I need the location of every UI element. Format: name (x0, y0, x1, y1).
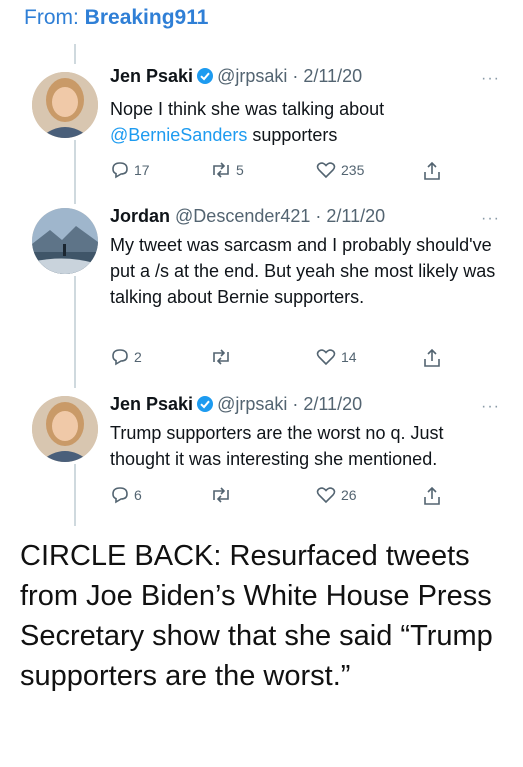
reply-count: 17 (134, 162, 150, 178)
reply-icon (112, 162, 128, 179)
tweet-actions: 17 5 235 (110, 160, 450, 182)
tweet-text-part: Nope I think she was talking about (110, 99, 385, 119)
retweet-button[interactable] (210, 485, 236, 505)
reply-count: 6 (134, 487, 142, 503)
like-count: 26 (341, 487, 357, 503)
like-button[interactable]: 26 (315, 485, 357, 505)
like-icon (316, 487, 336, 504)
tweet-text: My tweet was sarcasm and I probably shou… (110, 235, 496, 307)
reply-button[interactable]: 6 (110, 485, 142, 505)
handle[interactable]: @jrpsaki (217, 66, 287, 86)
tweet-header: Jen Psaki @jrpsaki · 2/11/20 (110, 394, 362, 415)
like-button[interactable]: 235 (315, 160, 364, 180)
more-options-icon[interactable]: ··· (481, 210, 500, 228)
timestamp[interactable]: · 2/11/20 (315, 206, 385, 226)
tweet-thread-screenshot: Jen Psaki @jrpsaki · 2/11/20 ··· Nope I t… (10, 44, 510, 526)
tweet[interactable]: Jordan @Descender421 · 2/11/20 ··· My tw… (10, 206, 510, 386)
like-icon (316, 162, 336, 179)
retweet-button[interactable] (210, 347, 236, 367)
reply-button[interactable]: 2 (110, 347, 142, 367)
sender-link[interactable]: Breaking911 (85, 6, 209, 29)
like-count: 14 (341, 349, 357, 365)
share-icon (424, 348, 440, 367)
retweet-icon (213, 162, 229, 178)
mention-link[interactable]: @BernieSanders (110, 125, 247, 145)
from-label: From: (24, 6, 79, 29)
retweet-button[interactable]: 5 (210, 160, 244, 180)
verified-badge-icon (197, 68, 214, 84)
tweet-text: Trump supporters are the worst no q. Jus… (110, 423, 444, 469)
tweet-text-part: supporters (247, 125, 338, 145)
tweet-actions: 2 14 (110, 347, 450, 369)
handle[interactable]: @jrpsaki (217, 394, 287, 414)
retweet-icon (213, 349, 229, 365)
share-button[interactable] (422, 347, 446, 369)
share-button[interactable] (422, 485, 446, 507)
timestamp[interactable]: · 2/11/20 (292, 66, 362, 86)
verified-badge-icon (197, 396, 214, 412)
retweet-count: 5 (236, 162, 244, 178)
display-name[interactable]: Jordan (110, 206, 170, 226)
tweet[interactable]: Jen Psaki @jrpsaki · 2/11/20 ··· Trump su… (10, 394, 510, 524)
like-icon (316, 349, 336, 366)
thread-connector (74, 44, 76, 64)
forwarded-from: From: Breaking911 (24, 6, 208, 30)
tweet-header: Jen Psaki @jrpsaki · 2/11/20 (110, 66, 362, 87)
reply-icon (112, 349, 128, 366)
display-name[interactable]: Jen Psaki (110, 394, 193, 414)
tweet[interactable]: Jen Psaki @jrpsaki · 2/11/20 ··· Nope I t… (10, 66, 510, 196)
like-button[interactable]: 14 (315, 347, 357, 367)
avatar[interactable] (32, 396, 98, 462)
tweet-header: Jordan @Descender421 · 2/11/20 (110, 206, 385, 227)
more-options-icon[interactable]: ··· (481, 398, 500, 416)
like-count: 235 (341, 162, 365, 178)
reply-button[interactable]: 17 (110, 160, 150, 180)
avatar[interactable] (32, 208, 98, 274)
display-name[interactable]: Jen Psaki (110, 66, 193, 86)
tweet-text: Nope I think she was talking about @Bern… (110, 96, 505, 148)
reply-icon (112, 487, 128, 504)
share-icon (424, 161, 440, 180)
avatar[interactable] (32, 72, 98, 138)
handle[interactable]: @Descender421 (175, 206, 310, 226)
more-options-icon[interactable]: ··· (481, 70, 500, 88)
tweet-actions: 6 26 (110, 485, 450, 507)
retweet-icon (213, 487, 229, 503)
timestamp[interactable]: · 2/11/20 (292, 394, 362, 414)
post-caption: CIRCLE BACK: Resurfaced tweets from Joe … (20, 540, 493, 692)
share-icon (424, 486, 440, 505)
share-button[interactable] (422, 160, 446, 182)
reply-count: 2 (134, 349, 142, 365)
